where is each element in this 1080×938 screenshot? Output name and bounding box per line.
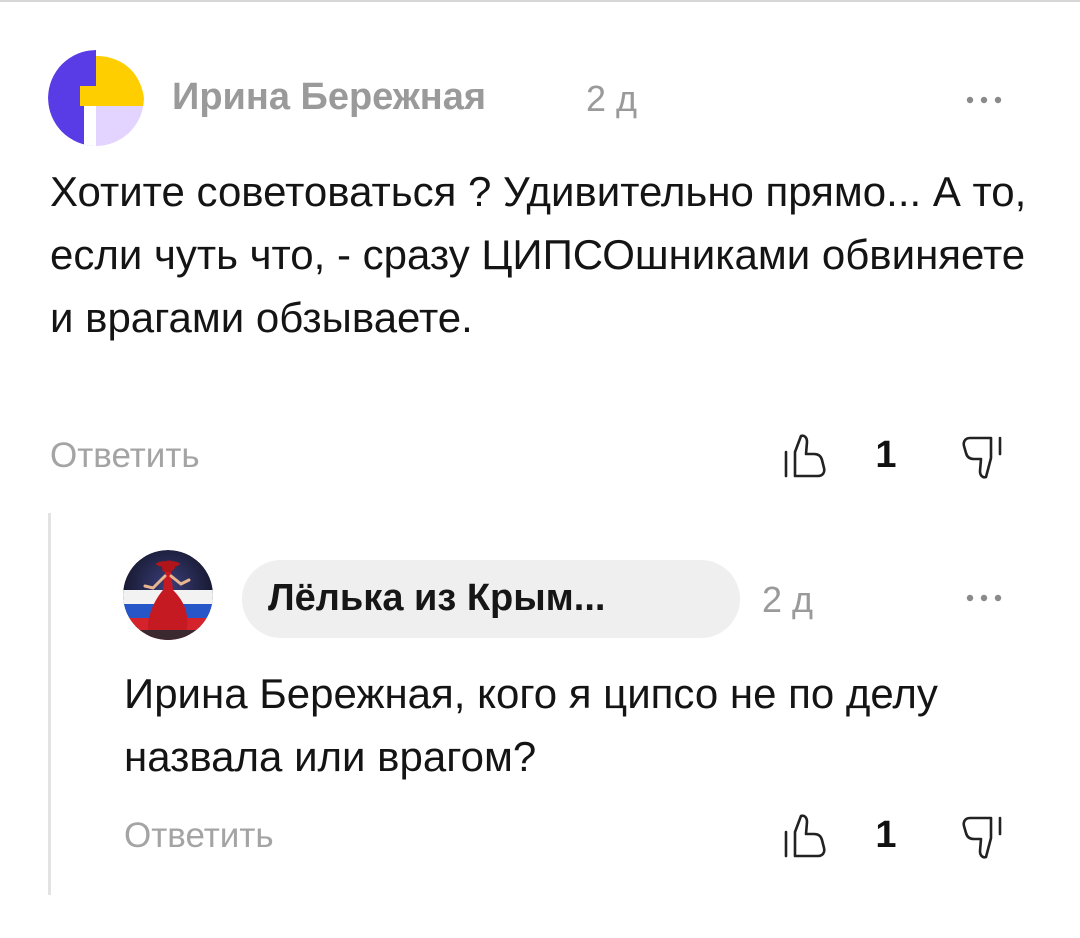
comment-text: Хотите советоваться ? Удивительно прямо.…: [50, 168, 1027, 341]
default-avatar-icon: [48, 50, 144, 146]
more-options-button[interactable]: [956, 80, 1016, 120]
thumbs-down-icon: [962, 816, 1002, 859]
like-button[interactable]: [782, 812, 830, 860]
more-options-button[interactable]: [956, 578, 1016, 618]
comment: Ирина Бережная 2 д Хотите советоваться ?…: [0, 0, 1080, 500]
like-count: 1: [875, 814, 897, 856]
like-count: 1: [875, 434, 897, 476]
avatar[interactable]: [48, 50, 144, 146]
comment-time: 2 д: [586, 78, 638, 119]
dislike-button[interactable]: [956, 814, 1004, 862]
dislike-button[interactable]: [956, 434, 1004, 482]
reply-button[interactable]: Ответить: [124, 816, 274, 856]
reply-button[interactable]: Ответить: [50, 436, 200, 476]
avatar[interactable]: [123, 550, 213, 640]
more-dots-icon: [966, 96, 1002, 104]
more-dots-icon: [966, 594, 1002, 602]
thumbs-up-icon: [784, 814, 826, 858]
thumbs-down-icon: [962, 436, 1002, 479]
comment-time: 2 д: [762, 579, 814, 620]
comment-text: Ирина Бережная, кого я ципсо не по делу …: [124, 670, 938, 780]
author-name[interactable]: Ирина Бережная: [172, 76, 486, 119]
thread-line: [48, 513, 51, 895]
user-photo-avatar: [123, 550, 213, 640]
like-button[interactable]: [782, 432, 830, 480]
author-name[interactable]: Лёлька из Крым...: [268, 577, 605, 620]
thumbs-up-icon: [784, 434, 826, 478]
author-name-pill[interactable]: Лёлька из Крым...: [242, 560, 740, 638]
